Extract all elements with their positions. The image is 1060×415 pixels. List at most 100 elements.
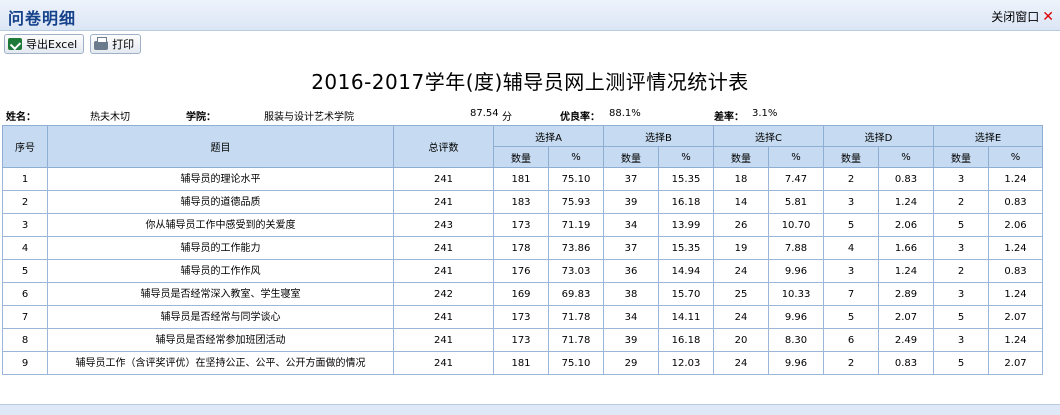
close-window-button[interactable]: 关闭窗口 ✕: [991, 8, 1054, 25]
close-icon: ✕: [1042, 8, 1054, 25]
cell-pct-e: 0.83: [988, 190, 1044, 214]
header-count: 数量: [493, 146, 549, 168]
cell-topic: 辅导员是否经常参加班团活动: [47, 328, 394, 352]
header-count: 数量: [713, 146, 769, 168]
cell-count-c: 18: [713, 167, 769, 191]
cell-count-d: 3: [823, 259, 880, 283]
detail-window: 问卷明细 关闭窗口 ✕ 导出Excel 打印 2016-2017学年(度)辅导员…: [0, 0, 1060, 415]
cell-count-c: 24: [713, 259, 769, 283]
cell-pct-e: 1.24: [988, 282, 1044, 306]
cell-pct-a: 71.19: [548, 213, 604, 237]
cell-total: 241: [393, 167, 494, 191]
cell-count-c: 24: [713, 351, 769, 375]
cell-count-b: 36: [603, 259, 659, 283]
cell-count-e: 3: [933, 167, 990, 191]
header-count: 数量: [603, 146, 659, 168]
cell-pct-d: 2.06: [878, 213, 935, 237]
cell-count-c: 14: [713, 190, 769, 214]
score-unit: 分: [502, 112, 512, 123]
bad-rate-label: 差率：: [714, 112, 744, 123]
cell-count-b: 39: [603, 190, 659, 214]
cell-count-b: 34: [603, 305, 659, 329]
cell-pct-c: 9.96: [767, 351, 825, 375]
cell-count-d: 2: [823, 351, 880, 375]
cell-pct-e: 1.24: [988, 167, 1044, 191]
cell-pct-b: 13.99: [658, 213, 714, 237]
cell-pct-d: 1.66: [878, 236, 935, 260]
print-button[interactable]: 打印: [90, 34, 142, 54]
cell-total: 243: [393, 213, 494, 237]
cell-total: 242: [393, 282, 494, 306]
cell-pct-a: 75.10: [548, 351, 604, 375]
cell-index: 4: [2, 236, 48, 260]
window-title: 问卷明细: [8, 9, 77, 28]
cell-count-b: 34: [603, 213, 659, 237]
cell-pct-b: 15.70: [658, 282, 714, 306]
header-total: 总评数: [393, 125, 494, 168]
header-pct: %: [548, 146, 604, 168]
cell-topic: 辅导员工作（含评奖评优）在坚持公正、公平、公开方面做的情况: [47, 351, 394, 375]
cell-count-c: 20: [713, 328, 769, 352]
cell-index: 8: [2, 328, 48, 352]
header-row-1: 序号 题目 总评数 选择A 选择B 选择C 选择D 选择E: [2, 125, 1044, 168]
cell-pct-d: 0.83: [878, 167, 935, 191]
cell-pct-d: 2.49: [878, 328, 935, 352]
cell-index: 1: [2, 167, 48, 191]
cell-count-c: 24: [713, 305, 769, 329]
summary-info: 姓名： 热夫木切 学院： 服装与设计艺术学院 87.54 分 优良率： 88.1…: [0, 108, 1060, 123]
cell-pct-b: 16.18: [658, 328, 714, 352]
name-label: 姓名：: [6, 112, 36, 123]
name-value: 热夫木切: [90, 112, 130, 123]
cell-pct-c: 7.47: [767, 167, 825, 191]
cell-index: 5: [2, 259, 48, 283]
cell-count-c: 19: [713, 236, 769, 260]
cell-topic: 辅导员的工作作风: [47, 259, 394, 283]
header-pct: %: [767, 146, 825, 168]
cell-topic: 辅导员是否经常深入教室、学生寝室: [47, 282, 394, 306]
cell-pct-a: 69.83: [548, 282, 604, 306]
score-value: 87.54: [470, 108, 499, 119]
header-choice-c: 选择C: [712, 125, 825, 147]
cell-pct-e: 1.24: [988, 236, 1044, 260]
cell-pct-a: 75.93: [548, 190, 604, 214]
cell-pct-a: 71.78: [548, 305, 604, 329]
cell-count-a: 178: [493, 236, 549, 260]
cell-index: 3: [2, 213, 48, 237]
cell-pct-d: 0.83: [878, 351, 935, 375]
good-rate-value: 88.1%: [609, 108, 641, 119]
cell-pct-b: 14.11: [658, 305, 714, 329]
print-label: 打印: [112, 38, 135, 51]
export-excel-button[interactable]: 导出Excel: [4, 34, 85, 54]
cell-pct-a: 75.10: [548, 167, 604, 191]
cell-count-e: 3: [933, 328, 990, 352]
cell-count-a: 173: [493, 305, 549, 329]
cell-count-a: 173: [493, 213, 549, 237]
cell-count-c: 26: [713, 213, 769, 237]
table-row: 7 辅导员是否经常与同学谈心 241 173 71.78 34 14.11 24 9.96 5 2.…: [2, 305, 1044, 329]
excel-export-icon: [8, 38, 22, 50]
cell-pct-a: 73.03: [548, 259, 604, 283]
cell-count-e: 3: [933, 236, 990, 260]
cell-count-a: 169: [493, 282, 549, 306]
cell-pct-c: 8.30: [767, 328, 825, 352]
cell-pct-c: 10.70: [767, 213, 825, 237]
cell-count-a: 176: [493, 259, 549, 283]
cell-index: 7: [2, 305, 48, 329]
cell-pct-b: 12.03: [658, 351, 714, 375]
header-index: 序号: [2, 125, 48, 168]
toolbar: 导出Excel 打印: [0, 31, 1060, 58]
cell-count-d: 4: [823, 236, 880, 260]
cell-count-e: 5: [933, 305, 990, 329]
header-pct: %: [878, 146, 935, 168]
bad-rate-value: 3.1%: [752, 108, 778, 119]
cell-total: 241: [393, 236, 494, 260]
header-pct: %: [988, 146, 1044, 168]
cell-count-b: 37: [603, 167, 659, 191]
cell-count-a: 181: [493, 351, 549, 375]
cell-pct-b: 14.94: [658, 259, 714, 283]
cell-count-a: 183: [493, 190, 549, 214]
cell-count-d: 5: [823, 213, 880, 237]
cell-topic: 你从辅导员工作中感受到的关爱度: [47, 213, 394, 237]
window-bottom-border: [0, 404, 1060, 415]
table-body: 1 辅导员的理论水平 241 181 75.10 37 15.35 18 7.47 2 0.83 3 1…: [2, 167, 1044, 375]
